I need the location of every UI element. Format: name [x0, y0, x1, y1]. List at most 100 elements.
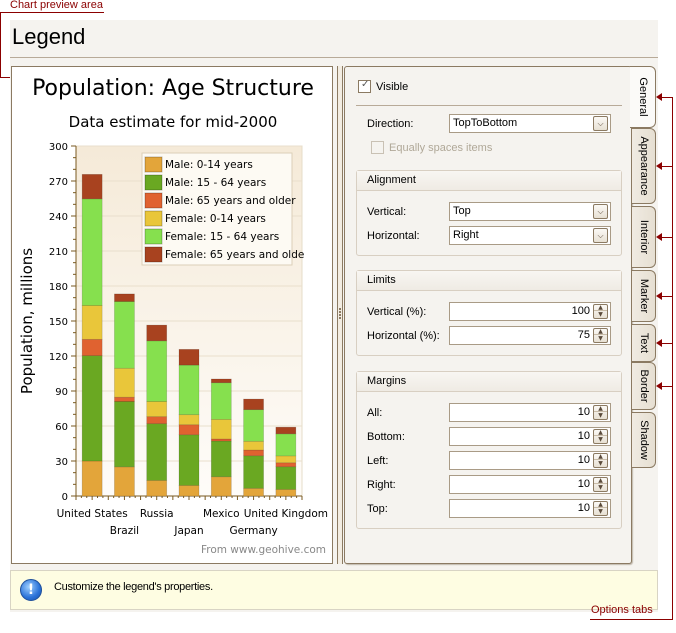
legend-swatch	[144, 246, 163, 263]
horizontal-limit-label: Horizontal (%):	[367, 330, 440, 342]
annotation-arrowhead	[656, 292, 662, 300]
bar-segment	[243, 455, 264, 489]
tab-label: Border	[637, 369, 650, 403]
chevron-down-icon[interactable]: ⌵	[593, 228, 608, 243]
spin-up-down-icon[interactable]: ▲ ▼	[593, 477, 608, 492]
annotation-chart-preview: Chart preview area	[10, 0, 103, 11]
vertical-limit-label: Vertical (%):	[367, 306, 427, 318]
legend-wizard-page: Legend Population: Age Structure Data est…	[10, 20, 658, 612]
horizontal-limit-value: 75	[577, 329, 590, 341]
chevron-down-icon[interactable]: ⌵	[593, 116, 608, 131]
bar-segment	[146, 401, 168, 418]
page-title: Legend	[12, 24, 86, 49]
bar-segment	[81, 173, 103, 200]
chart-subtitle: Data estimate for mid-2000	[69, 113, 278, 131]
y-tick-label: 150	[49, 317, 68, 328]
y-tick-label: 210	[49, 247, 68, 258]
checkmark-icon: ✓	[361, 79, 370, 90]
bar-segment	[275, 466, 297, 490]
margins-group: Margins All: 10 ▲ ▼ Bottom: 10 ▲ ▼ Left: 1…	[356, 371, 622, 529]
limits-group: Limits Vertical (%): 100 ▲ ▼ Horizontal (…	[356, 270, 622, 356]
annotation-line	[0, 12, 1, 77]
bar-segment	[81, 198, 103, 306]
bar-segment	[146, 480, 168, 497]
visible-checkbox[interactable]: ✓	[358, 79, 371, 93]
horizontal-alignment-select[interactable]: Right ⌵	[449, 226, 611, 245]
annotation-line	[590, 619, 673, 620]
vertical-limit-spinner[interactable]: 100 ▲ ▼	[449, 302, 611, 321]
y-tick-label: 300	[49, 142, 68, 153]
legend-swatch	[144, 210, 163, 227]
vertical-alignment-select[interactable]: Top ⌵	[449, 202, 611, 221]
splitter-handle[interactable]	[337, 66, 343, 564]
spin-up-down-icon[interactable]: ▲ ▼	[593, 501, 608, 516]
info-icon: !	[20, 579, 42, 601]
tab-shadow[interactable]: Shadow	[632, 412, 656, 468]
y-tick-label: 60	[55, 422, 68, 433]
spin-up-down-icon[interactable]: ▲ ▼	[593, 405, 608, 420]
annotation-line	[0, 12, 104, 13]
bar-segment	[210, 378, 232, 384]
direction-select[interactable]: TopToBottom ⌵	[449, 114, 611, 133]
tab-marker[interactable]: Marker	[632, 270, 656, 322]
legend-label: Female: 65 years and olde	[165, 249, 304, 261]
bar-segment	[146, 416, 168, 425]
bar-segment	[243, 409, 264, 442]
x-tick-label: Japan	[173, 525, 203, 537]
tab-label: Marker	[637, 278, 650, 314]
legend-label: Female: 15 - 64 years	[165, 231, 279, 243]
margin-3-spinner[interactable]: 10 ▲ ▼	[449, 475, 611, 494]
x-tick-label: Russia	[140, 508, 174, 520]
spin-up-down-icon[interactable]: ▲ ▼	[593, 453, 608, 468]
annotation-options-tabs: Options tabs	[591, 604, 653, 616]
bar-segment	[146, 324, 168, 342]
margin-2-label: Left:	[367, 455, 389, 467]
margin-3-label: Right:	[367, 479, 396, 491]
x-tick-label: Germany	[229, 525, 277, 537]
x-tick-label: United Kingdom	[244, 508, 328, 520]
horizontal-limit-spinner[interactable]: 75 ▲ ▼	[449, 326, 611, 345]
annotation-arrowhead	[656, 382, 662, 390]
equally-spaces-checkbox[interactable]	[371, 141, 384, 154]
margins-header: Margins	[357, 372, 621, 392]
bar-segment	[243, 449, 264, 457]
bar-segment	[81, 355, 103, 462]
legend-swatch	[144, 192, 163, 209]
tab-text[interactable]: Text	[632, 324, 656, 362]
spin-up-down-icon[interactable]: ▲ ▼	[593, 304, 608, 319]
legend-swatch	[144, 174, 163, 191]
alignment-header: Alignment	[357, 171, 621, 191]
margin-0-label: All:	[367, 407, 383, 419]
bar-segment	[210, 476, 232, 497]
margin-2-spinner[interactable]: 10 ▲ ▼	[449, 451, 611, 470]
y-tick-label: 270	[49, 177, 68, 188]
horizontal-alignment-label: Horizontal:	[367, 230, 420, 242]
margin-4-spinner[interactable]: 10 ▲ ▼	[449, 499, 611, 518]
direction-label: Direction:	[367, 118, 414, 130]
spin-up-down-icon[interactable]: ▲ ▼	[593, 429, 608, 444]
bar-segment	[275, 426, 297, 435]
divider	[10, 57, 658, 58]
alignment-group: Alignment Vertical: Top ⌵ Horizontal: Ri…	[356, 170, 622, 256]
tab-general[interactable]: General	[630, 66, 656, 128]
tab-border[interactable]: Border	[632, 362, 656, 410]
bar-segment	[275, 455, 297, 464]
tab-label: General	[636, 77, 649, 117]
bar-segment	[114, 466, 135, 497]
chevron-down-icon[interactable]: ⌵	[593, 204, 608, 219]
tab-label: Interior	[637, 219, 650, 255]
bar-segment	[275, 433, 297, 457]
spin-up-down-icon[interactable]: ▲ ▼	[593, 328, 608, 343]
margin-1-spinner[interactable]: 10 ▲ ▼	[449, 427, 611, 446]
y-tick-label: 180	[49, 282, 68, 293]
tab-appearance[interactable]: Appearance	[632, 128, 656, 204]
margin-4-label: Top:	[367, 503, 388, 515]
vertical-alignment-value: Top	[453, 205, 471, 217]
margin-0-spinner[interactable]: 10 ▲ ▼	[449, 403, 611, 422]
bar-segment	[81, 338, 103, 357]
direction-value: TopToBottom	[453, 117, 518, 129]
annotation-arrowhead	[656, 93, 662, 101]
vertical-limit-value: 100	[571, 305, 590, 317]
bar-segment	[146, 423, 168, 481]
tab-interior[interactable]: Interior	[632, 206, 656, 268]
